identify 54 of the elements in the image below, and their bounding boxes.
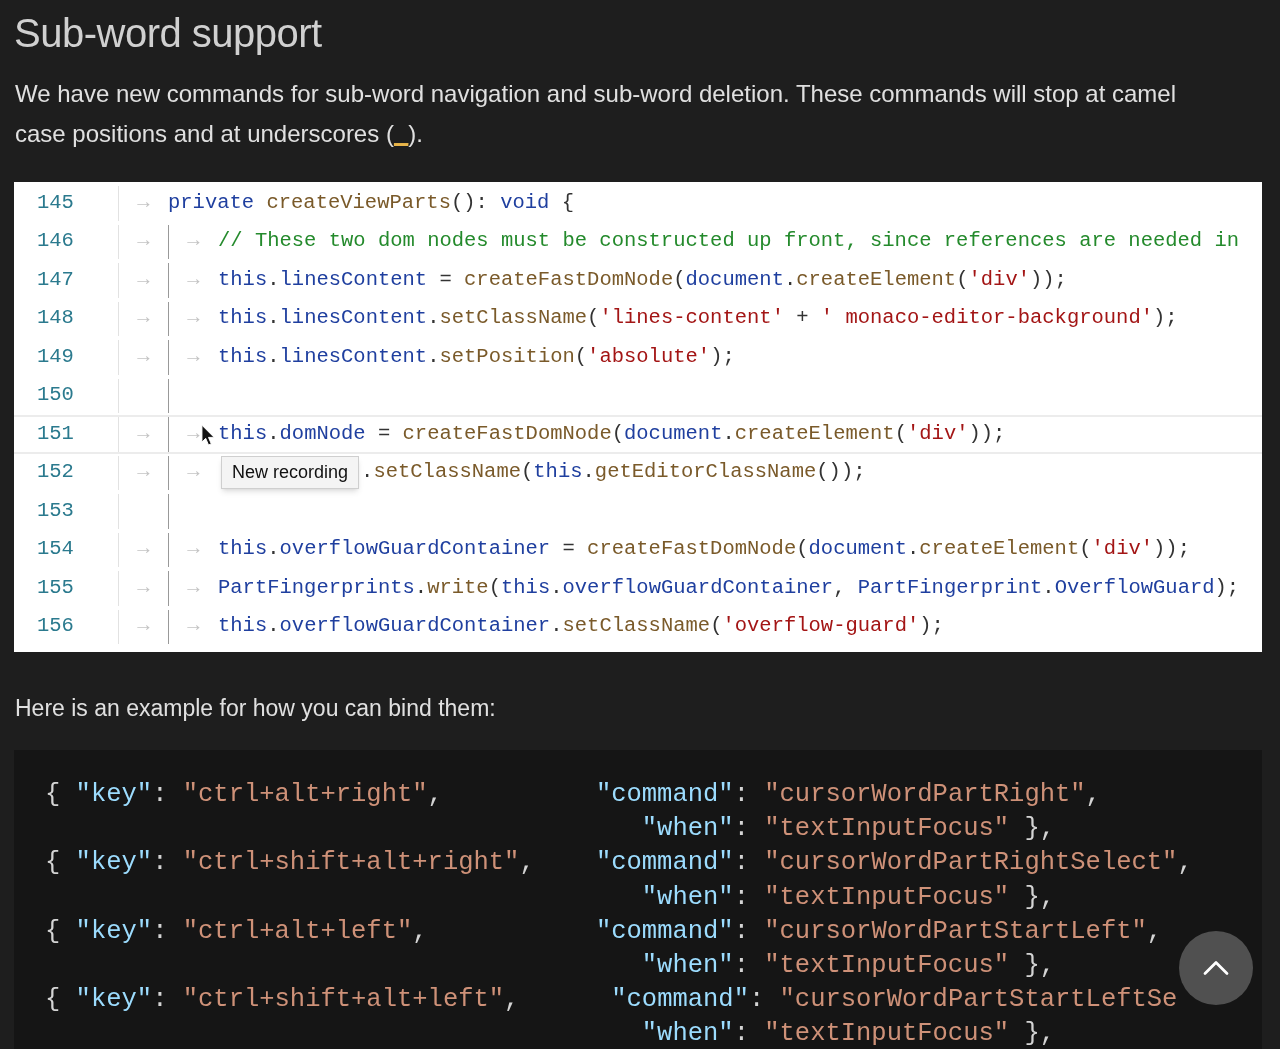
code-line: { "key": "ctrl+shift+alt+right", "command": "cursorWordPartRightSelect",: [45, 847, 1193, 880]
tab-marker: →: [187, 343, 200, 370]
tab-marker: →: [187, 459, 200, 486]
tab-marker: →: [137, 459, 150, 486]
line-number: 145: [36, 189, 75, 216]
code-line: { "key": "ctrl+alt+left", "command": "cursorWordPartStartLeft",: [45, 915, 1163, 948]
code-line: "when": "textInputFocus" },: [640, 881, 1055, 914]
mouse-pointer-icon: [201, 424, 216, 448]
tab-marker: →: [187, 228, 200, 255]
line-number: 154: [36, 536, 75, 563]
code-line: this.domNode = createFastDomNode(document.createElement('div'));: [218, 420, 1006, 447]
code-line: "when": "textInputFocus" },: [640, 950, 1055, 982]
tooltip: New recording: [221, 456, 360, 490]
line-number: 155: [36, 574, 75, 601]
line-number: 156: [36, 613, 75, 640]
tab-marker: →: [137, 343, 150, 370]
tab-marker: →: [187, 266, 200, 293]
code-line: PartFingerprints.write(this.overflowGuardContainer, PartFingerprint.OverflowGuard);: [218, 574, 1240, 601]
code-line: // These two dom nodes must be constructed up front, since references are needed in: [218, 228, 1240, 255]
tab-marker: →: [187, 536, 200, 563]
tab-marker: →: [137, 305, 150, 332]
line-number: 149: [36, 343, 75, 370]
code-line: { "key": "ctrl+alt+right", "command": "cursorWordPartRight",: [45, 779, 1101, 811]
example-label: Here is an example for how you can bind them:: [14, 694, 497, 723]
code-line: this.overflowGuardContainer.setClassName('overflow-guard');: [218, 613, 944, 640]
tab-marker: →: [187, 420, 200, 447]
code-line: this.linesContent = createFastDomNode(document.createElement('div'));: [218, 266, 1067, 293]
code-line: this.linesContent.setClassName('lines-content' + ' monaco-editor-background');: [218, 305, 1178, 332]
code-line: { "key": "ctrl+shift+alt+left", "command": "cursorWordPartStartLeftSe: [45, 984, 1178, 1017]
line-number: 153: [36, 497, 75, 524]
section-heading: Sub-word support: [13, 10, 323, 57]
code-line: this.linesContent.setPosition('absolute');: [218, 343, 735, 370]
tab-marker: →: [137, 189, 150, 216]
code-line: private createViewParts(): void {: [168, 189, 574, 216]
tab-marker: →: [137, 613, 150, 640]
tab-marker: →: [137, 536, 150, 563]
tab-marker: →: [137, 420, 150, 447]
tab-marker: →: [137, 228, 150, 255]
code-line: .setClassName(this.getEditorClassName());: [361, 459, 866, 486]
tab-marker: →: [187, 574, 200, 601]
code-line: "when": "textInputFocus" },: [640, 813, 1055, 846]
line-number: 152: [36, 459, 75, 486]
tab-marker: →: [137, 266, 150, 293]
line-number: 146: [36, 228, 75, 255]
line-number: 148: [36, 305, 75, 332]
line-number: 150: [36, 382, 75, 409]
intro-paragraph: We have new commands for sub-word navigation and sub-word deletion. These commands will stop at camel case positions and at underscores (_).: [15, 79, 1178, 151]
tab-marker: →: [137, 574, 150, 601]
line-number: 147: [36, 266, 75, 293]
tab-marker: →: [187, 613, 200, 640]
code-line: this.overflowGuardContainer = createFastDomNode(document.createElement('div'));: [218, 536, 1190, 563]
code-line: "when": "textInputFocus" },: [640, 1018, 1055, 1049]
line-number: 151: [36, 420, 75, 447]
tab-marker: →: [187, 305, 200, 332]
